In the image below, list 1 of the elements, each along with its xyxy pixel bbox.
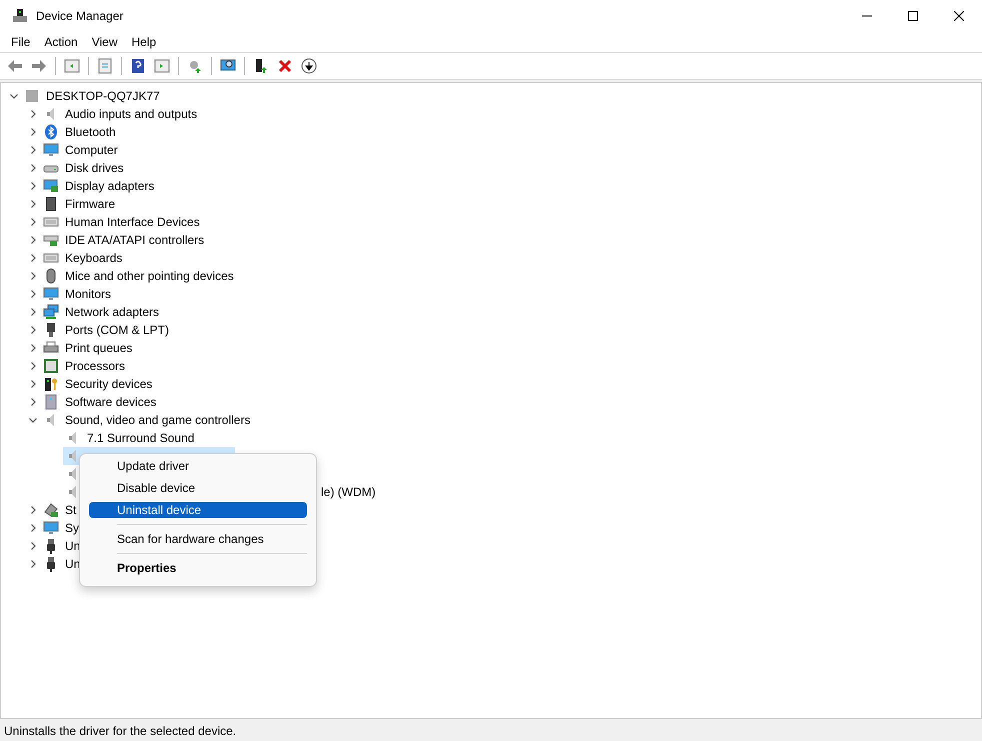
- window-title: Device Manager: [36, 9, 124, 23]
